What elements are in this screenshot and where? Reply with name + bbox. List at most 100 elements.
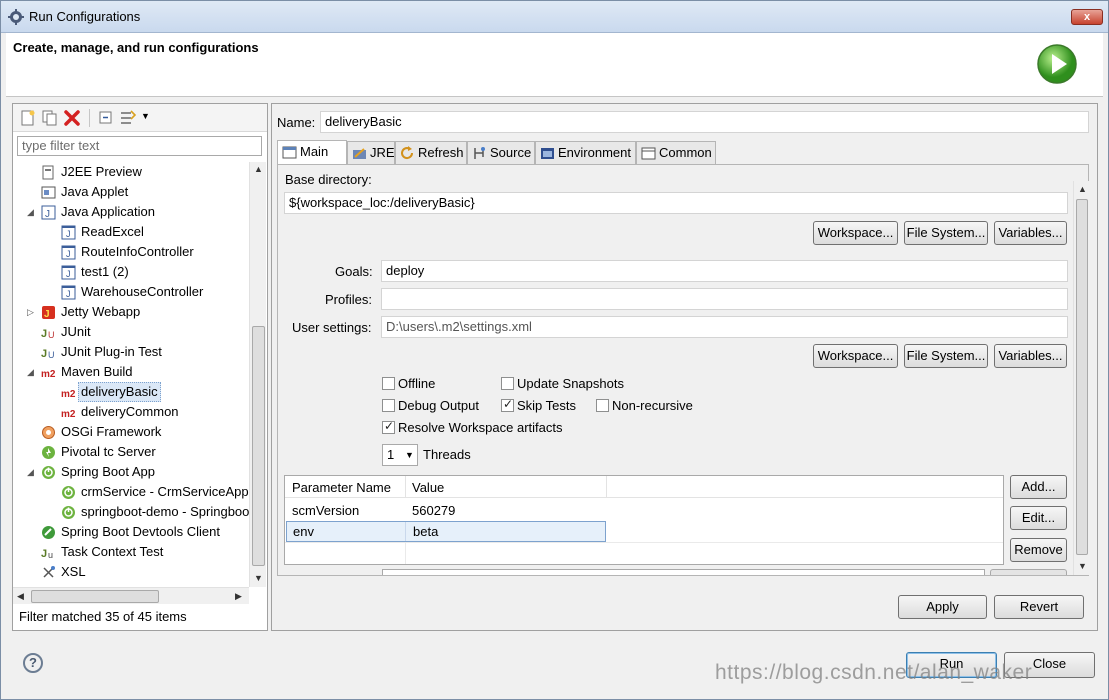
tree-item[interactable]: XSL	[13, 562, 249, 582]
expanded-twistie-icon[interactable]: ◢	[27, 462, 37, 482]
svg-text:m2: m2	[61, 389, 76, 400]
help-icon[interactable]: ?	[23, 653, 43, 673]
threads-select[interactable]: 1 ▼	[382, 444, 418, 466]
edit-button[interactable]: Edit...	[1010, 506, 1067, 530]
file-system-button[interactable]: File System...	[904, 221, 988, 245]
tab-refresh[interactable]: Refresh	[395, 141, 467, 164]
tab-source[interactable]: Source	[467, 141, 535, 164]
expanded-twistie-icon[interactable]: ◢	[27, 362, 37, 382]
osgi-icon	[42, 426, 55, 439]
profiles-input[interactable]	[381, 288, 1068, 310]
tree-item[interactable]: J RouteInfoController	[13, 242, 249, 262]
run-configurations-window: Run Configurations x Create, manage, and…	[0, 0, 1109, 700]
task-icon: Ju	[41, 548, 53, 560]
tree-item[interactable]: Spring Boot Devtools Client	[13, 522, 249, 542]
filter-config-icon[interactable]	[119, 109, 137, 127]
scroll-up-icon[interactable]: ▲	[254, 164, 263, 174]
apply-button[interactable]: Apply	[898, 595, 987, 619]
scroll-thumb[interactable]	[252, 326, 265, 566]
delete-config-icon[interactable]	[63, 109, 81, 127]
tree-vertical-scrollbar[interactable]: ▲ ▼	[249, 162, 266, 587]
config-toolbar: ▼	[13, 104, 267, 132]
tree-item[interactable]: Ju Task Context Test	[13, 542, 249, 562]
tree-item[interactable]: ◢ J Java Application	[13, 202, 249, 222]
offline-label: Offline	[398, 376, 436, 391]
remove-button[interactable]: Remove	[1010, 538, 1067, 562]
variables-button-2[interactable]: Variables...	[994, 344, 1067, 368]
svg-text:J: J	[66, 249, 71, 259]
tree-item[interactable]: Java Applet	[13, 182, 249, 202]
tree-item-label: ReadExcel	[81, 224, 144, 239]
filter-input[interactable]: type filter text	[17, 136, 262, 156]
scroll-right-icon[interactable]: ▶	[235, 591, 242, 602]
tab-jre[interactable]: JRE	[347, 141, 395, 164]
update-snapshots-checkbox[interactable]	[501, 377, 514, 390]
user-settings-label: User settings:	[292, 320, 372, 335]
skip-tests-checkbox[interactable]	[501, 397, 514, 412]
tree-horizontal-scrollbar[interactable]: ◀ ▶	[13, 587, 249, 604]
file-system-button-2[interactable]: File System...	[904, 344, 988, 368]
window-close-button[interactable]: x	[1071, 9, 1103, 25]
scroll-thumb[interactable]	[31, 590, 159, 603]
tree-item-label: JUnit Plug-in Test	[61, 344, 162, 359]
tree-item-label: deliveryCommon	[81, 404, 179, 419]
tree-item[interactable]: J2EE Preview	[13, 162, 249, 182]
tab-environment[interactable]: Environment	[535, 141, 636, 164]
tree-item[interactable]: J U JUnit	[13, 322, 249, 342]
tab-common[interactable]: Common	[636, 141, 716, 164]
java-class-icon: J	[61, 285, 76, 300]
tree-item[interactable]: ◢ m2 Maven Build	[13, 362, 249, 382]
pivotal-icon	[42, 446, 55, 459]
tree-item[interactable]: J U JUnit Plug-in Test	[13, 342, 249, 362]
tree-item[interactable]: J ReadExcel	[13, 222, 249, 242]
spring-boot-icon	[42, 466, 55, 479]
scroll-up-icon[interactable]: ▲	[1078, 184, 1087, 194]
name-input[interactable]: deliveryBasic	[320, 111, 1089, 133]
resolve-workspace-checkbox[interactable]	[382, 419, 395, 434]
scroll-thumb[interactable]	[1076, 199, 1088, 555]
tree-item[interactable]: OSGi Framework	[13, 422, 249, 442]
table-row[interactable]: env beta	[286, 521, 606, 542]
tree-item[interactable]: springboot-demo - SpringbootDemoApplicat…	[13, 502, 249, 522]
column-header-name[interactable]: Parameter Name	[292, 480, 391, 495]
tree-item[interactable]: crmService - CrmServiceApplication	[13, 482, 249, 502]
java-app-icon: J	[41, 205, 56, 220]
tree-item[interactable]: m2 deliveryCommon	[13, 402, 249, 422]
offline-checkbox[interactable]	[382, 377, 395, 390]
workspace-button[interactable]: Workspace...	[813, 221, 898, 245]
scroll-down-icon[interactable]: ▼	[1078, 561, 1087, 571]
table-row[interactable]: scmVersion 560279	[285, 500, 1003, 521]
user-settings-input[interactable]: D:\users\.m2\settings.xml	[381, 316, 1068, 338]
add-button[interactable]: Add...	[1010, 475, 1067, 499]
scroll-left-icon[interactable]: ◀	[17, 591, 24, 602]
tree-item[interactable]: ▷ J Jetty Webapp	[13, 302, 249, 322]
duplicate-config-icon[interactable]	[41, 109, 59, 127]
tree-item[interactable]: ◢ Spring Boot App	[13, 462, 249, 482]
expanded-twistie-icon[interactable]: ◢	[27, 202, 37, 222]
content-vertical-scrollbar[interactable]: ▲ ▼	[1073, 181, 1089, 575]
column-header-value[interactable]: Value	[412, 480, 444, 495]
new-config-icon[interactable]	[19, 109, 37, 127]
jre-icon	[353, 148, 366, 159]
non-recursive-checkbox[interactable]	[596, 399, 609, 412]
collapse-all-icon[interactable]	[97, 109, 115, 127]
workspace-button-2[interactable]: Workspace...	[813, 344, 898, 368]
environment-icon	[541, 148, 554, 159]
debug-output-checkbox[interactable]	[382, 399, 395, 412]
revert-button[interactable]: Revert	[994, 595, 1084, 619]
chevron-down-icon[interactable]: ▼	[141, 111, 150, 121]
variables-button[interactable]: Variables...	[994, 221, 1067, 245]
tree-item-label: Pivotal tc Server	[61, 444, 156, 459]
tab-main[interactable]: Main	[277, 140, 347, 164]
scroll-down-icon[interactable]: ▼	[254, 573, 263, 583]
row-divider	[285, 542, 1003, 543]
base-directory-input[interactable]: ${workspace_loc:/deliveryBasic}	[284, 192, 1068, 214]
tree-item[interactable]: Jtest1 (2)	[13, 262, 249, 282]
tree-item[interactable]: J WarehouseController	[13, 282, 249, 302]
dialog-header: Create, manage, and run configurations	[6, 33, 1103, 97]
tree-item[interactable]: m2 deliveryBasic	[13, 382, 249, 402]
tree-item-label: Maven Build	[61, 364, 133, 379]
collapsed-twistie-icon[interactable]: ▷	[27, 302, 37, 322]
goals-input[interactable]: deploy	[381, 260, 1068, 282]
tree-item[interactable]: Pivotal tc Server	[13, 442, 249, 462]
